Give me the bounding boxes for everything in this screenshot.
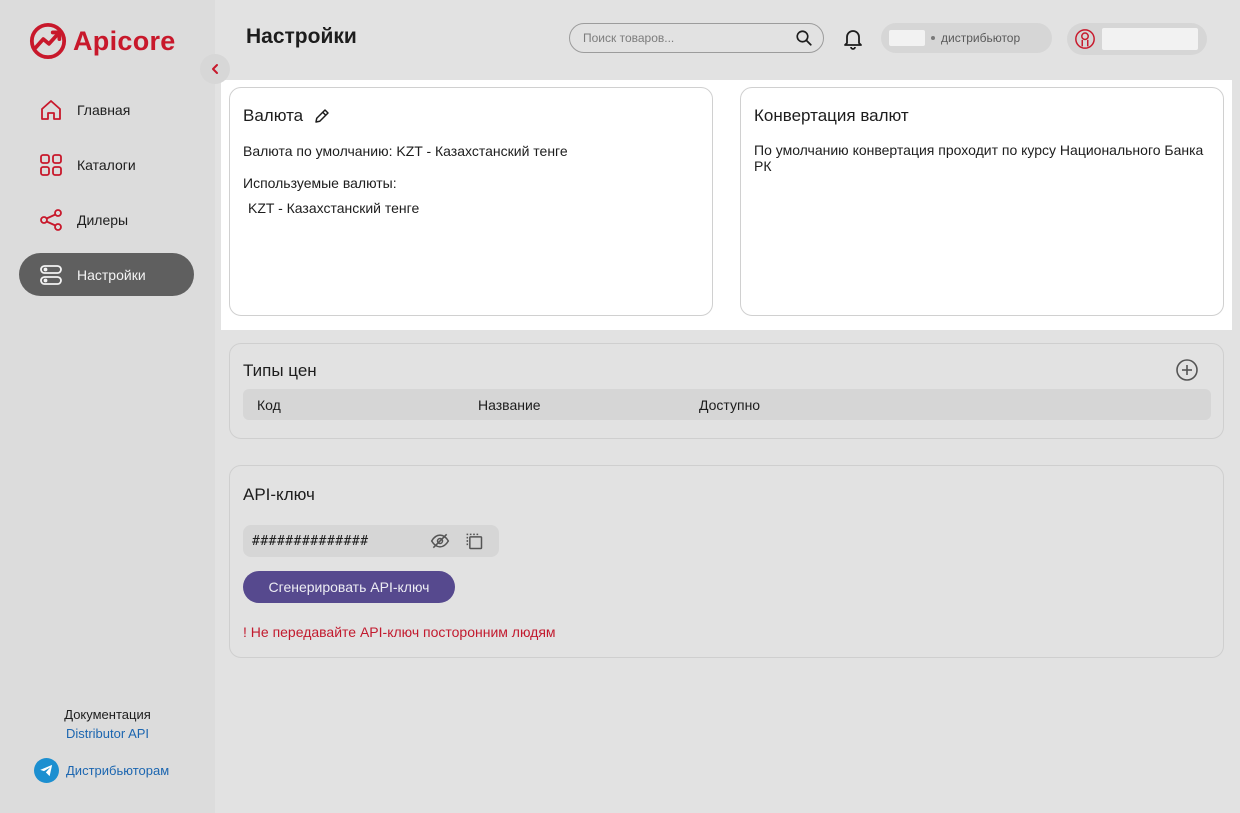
api-key-value: ############## [252, 533, 369, 549]
search-icon[interactable] [795, 29, 813, 47]
eye-off-icon[interactable] [429, 531, 451, 551]
brand-logo[interactable]: Apicore [29, 22, 176, 60]
docs-link[interactable]: Distributor API [0, 726, 215, 741]
telegram-icon [34, 758, 59, 783]
generate-api-key-button[interactable]: Сгенерировать API-ключ [243, 571, 455, 603]
redacted-user-email [1102, 28, 1198, 50]
used-currency-item: KZT - Казахстанский тенге [248, 200, 420, 216]
sidebar: Apicore Главная Каталоги Дилеры Настройк… [0, 0, 215, 813]
chevron-left-icon [212, 64, 218, 74]
bell-icon[interactable] [841, 26, 865, 50]
conversion-card: Конвертация валют По умолчанию конвертац… [740, 87, 1224, 316]
price-types-title: Типы цен [243, 361, 317, 380]
home-icon [39, 98, 63, 122]
server-icon [39, 263, 63, 287]
docs-block: Документация Distributor API [0, 707, 215, 741]
sidebar-item-settings[interactable]: Настройки [19, 253, 194, 296]
sidebar-item-home[interactable]: Главная [19, 88, 194, 131]
role-label: дистрибьютор [941, 31, 1021, 45]
user-icon [1075, 29, 1095, 49]
telegram-link[interactable]: Дистрибьюторам [34, 758, 169, 783]
sidebar-item-label: Каталоги [77, 156, 136, 173]
grid-icon [39, 153, 63, 177]
default-currency-text: Валюта по умолчанию: KZT - Казахстанский… [243, 143, 568, 159]
api-key-title: API-ключ [243, 485, 315, 504]
conversion-text: По умолчанию конвертация проходит по кур… [754, 142, 1204, 174]
column-header-code[interactable]: Код [257, 397, 281, 413]
used-currencies-label: Используемые валюты: [243, 175, 397, 191]
redacted-company-name [889, 30, 925, 46]
sidebar-item-label: Главная [77, 101, 131, 118]
add-price-type-icon[interactable] [1175, 358, 1199, 382]
sidebar-item-catalogs[interactable]: Каталоги [19, 143, 194, 186]
share-icon [39, 208, 63, 232]
logo-chart-icon [29, 22, 67, 60]
price-types-table-header: Код Название Доступно [243, 389, 1211, 420]
price-types-card: Типы цен Код Название Доступно [229, 343, 1224, 439]
sidebar-item-label: Настройки [77, 266, 146, 283]
separator-dot [931, 36, 935, 40]
brand-name: Apicore [73, 25, 176, 56]
collapse-sidebar-button[interactable] [200, 54, 230, 84]
search-input[interactable] [583, 31, 795, 45]
edit-pencil-icon[interactable] [313, 107, 331, 125]
user-menu[interactable] [1067, 23, 1207, 55]
api-key-warning: ! Не передавайте API-ключ посторонним лю… [243, 624, 556, 640]
currency-card-title: Валюта [243, 106, 304, 125]
currency-card: Валюта Валюта по умолчанию: KZT - Казахс… [229, 87, 713, 316]
docs-label: Документация [64, 707, 151, 722]
column-header-available[interactable]: Доступно [699, 397, 760, 413]
api-key-field[interactable]: ############## [243, 525, 499, 557]
sidebar-nav: Главная Каталоги Дилеры Настройки [19, 88, 194, 308]
conversion-card-title: Конвертация валют [754, 106, 909, 125]
copy-icon[interactable] [464, 531, 484, 551]
account-role-pill[interactable]: дистрибьютор [881, 23, 1052, 53]
sidebar-item-label: Дилеры [77, 211, 129, 228]
api-key-card: API-ключ ############## Сгенерировать AP… [229, 465, 1224, 658]
telegram-label: Дистрибьюторам [66, 763, 170, 778]
sidebar-item-dealers[interactable]: Дилеры [19, 198, 194, 241]
column-header-name[interactable]: Название [478, 397, 541, 413]
page-title: Настройки [246, 25, 357, 48]
search-bar [569, 23, 824, 53]
